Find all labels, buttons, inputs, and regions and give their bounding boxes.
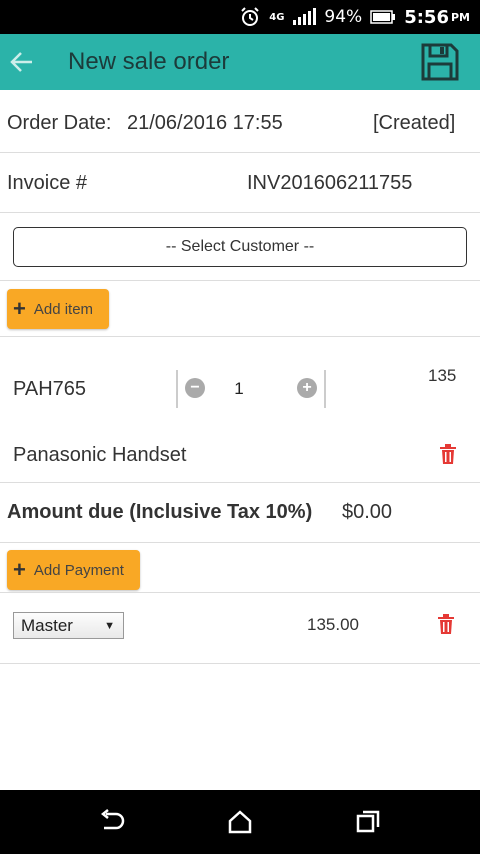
clock-time: 5:56 <box>404 6 449 28</box>
item-name: Panasonic Handset <box>13 444 187 466</box>
recent-apps-nav-icon[interactable] <box>354 808 382 836</box>
stepper-left-divider <box>176 370 178 408</box>
battery-icon <box>370 9 396 25</box>
select-customer-dropdown[interactable]: -- Select Customer -- <box>13 227 467 267</box>
order-status: [Created] <box>373 112 456 134</box>
signal-icon <box>292 8 317 26</box>
delete-item-trash-icon[interactable] <box>439 444 457 464</box>
item-row: PAH765 135 Panasonic Handset <box>0 337 480 483</box>
home-nav-icon[interactable] <box>226 808 254 836</box>
back-nav-icon[interactable] <box>98 808 126 836</box>
battery-percent: 94% <box>324 7 363 27</box>
network-type-label: 4G <box>269 11 285 23</box>
stepper-right-divider <box>324 370 326 408</box>
amount-due-row: Amount due (Inclusive Tax 10%) $0.00 <box>0 483 480 543</box>
app-bar: New sale order <box>0 34 480 90</box>
payment-amount: 135.00 <box>307 615 359 634</box>
invoice-label: Invoice # <box>7 172 88 194</box>
add-item-label: Add item <box>33 300 94 318</box>
quantity-value[interactable]: 1 <box>234 379 244 399</box>
dropdown-arrow-icon: ▼ <box>104 620 115 632</box>
plus-icon: + <box>13 296 26 321</box>
page-title: New sale order <box>68 48 230 75</box>
navigation-bar <box>0 790 480 854</box>
quantity-stepper: − 1 + <box>176 370 326 408</box>
payment-method-select[interactable]: Master ▼ <box>13 612 124 639</box>
order-date-label: Order Date: <box>7 112 112 134</box>
invoice-value: INV201606211755 <box>247 172 413 194</box>
add-item-button[interactable]: + Add item <box>7 289 109 329</box>
clock: 5:56 PM <box>404 7 470 28</box>
plus-icon: + <box>13 557 26 582</box>
amount-due-label: Amount due (Inclusive Tax 10%) <box>7 501 313 523</box>
item-code: PAH765 <box>13 378 87 400</box>
payment-method-value: Master <box>21 615 73 635</box>
amount-due-value: $0.00 <box>342 501 393 523</box>
delete-payment-trash-icon[interactable] <box>437 614 455 634</box>
add-payment-label: Add Payment <box>33 561 124 579</box>
plus-circle-icon[interactable]: + <box>297 378 317 398</box>
add-payment-button[interactable]: + Add Payment <box>7 550 140 590</box>
minus-circle-icon[interactable]: − <box>185 378 205 398</box>
item-price: 135 <box>428 366 457 385</box>
order-date-row: Order Date: 21/06/2016 17:55 [Created] <box>0 90 480 153</box>
save-icon[interactable] <box>420 42 460 82</box>
clock-ampm: PM <box>450 10 470 24</box>
alarm-icon <box>239 6 261 28</box>
order-date-value: 21/06/2016 17:55 <box>127 112 283 134</box>
status-bar: 4G 94% 5:56 PM <box>0 0 480 34</box>
back-arrow-icon[interactable] <box>8 46 36 78</box>
invoice-row: Invoice # INV201606211755 <box>0 153 480 213</box>
